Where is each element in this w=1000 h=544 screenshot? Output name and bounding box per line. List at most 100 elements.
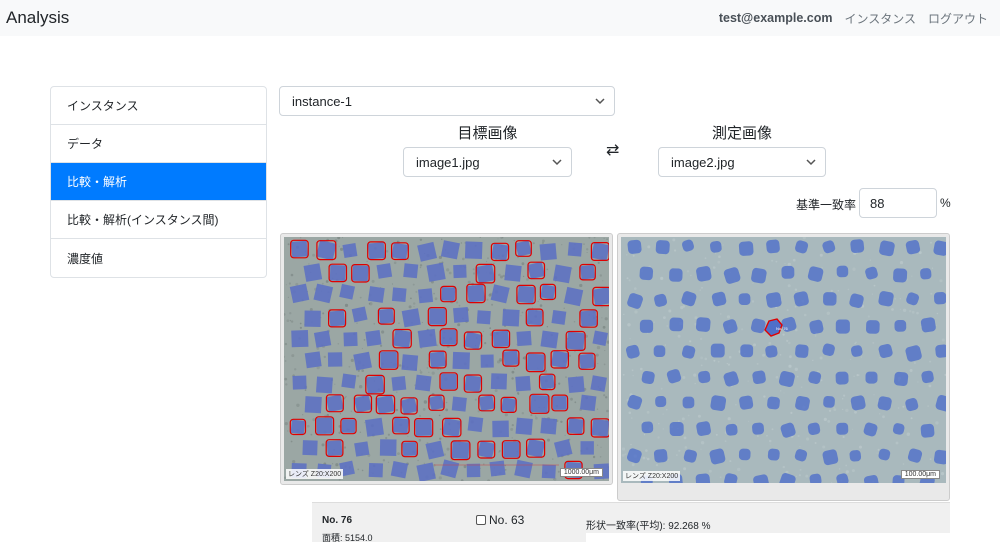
left-dot xyxy=(501,397,517,413)
texture-speck xyxy=(410,297,412,300)
texture-speck xyxy=(287,243,290,246)
texture-speck xyxy=(806,437,810,441)
texture-speck xyxy=(814,335,817,337)
texture-speck xyxy=(660,276,664,280)
texture-speck xyxy=(290,440,293,443)
region-checkbox[interactable]: No. 63 xyxy=(476,513,524,527)
texture-speck xyxy=(361,469,364,472)
texture-speck xyxy=(561,244,563,246)
texture-speck xyxy=(382,459,386,462)
texture-speck xyxy=(771,259,774,262)
left-dot xyxy=(368,242,386,260)
left-dot xyxy=(580,441,594,455)
texture-speck xyxy=(586,252,588,253)
texture-speck xyxy=(935,324,938,326)
texture-speck xyxy=(592,455,596,459)
texture-speck xyxy=(287,430,289,432)
texture-speck xyxy=(323,355,326,359)
texture-speck xyxy=(929,360,932,363)
texture-speck xyxy=(419,369,422,372)
target-image-select[interactable]: image1.jpg xyxy=(403,147,572,177)
texture-speck xyxy=(757,435,759,437)
texture-speck xyxy=(789,355,792,359)
texture-speck xyxy=(927,405,929,407)
texture-speck xyxy=(763,395,766,398)
texture-speck xyxy=(775,375,779,379)
texture-speck xyxy=(603,363,606,366)
left-dot xyxy=(591,418,609,437)
sidebar-item-compare-analysis[interactable]: 比較・解析 xyxy=(51,163,266,201)
left-dot xyxy=(304,310,321,327)
left-dot xyxy=(289,283,310,304)
texture-speck xyxy=(799,468,802,471)
left-dot xyxy=(390,461,409,479)
instance-select[interactable]: instance-1 xyxy=(279,86,615,116)
left-dot xyxy=(417,328,437,348)
texture-speck xyxy=(441,238,443,240)
left-dot xyxy=(451,396,467,412)
texture-speck xyxy=(335,463,339,467)
texture-speck xyxy=(344,396,346,399)
right-dot xyxy=(682,396,695,409)
app-brand[interactable]: Analysis xyxy=(6,8,69,28)
texture-speck xyxy=(823,417,827,421)
sidebar-item-data[interactable]: データ xyxy=(51,125,266,163)
sidebar-item-density[interactable]: 濃度値 xyxy=(51,239,266,277)
texture-speck xyxy=(539,304,543,307)
texture-speck xyxy=(837,290,839,292)
texture-speck xyxy=(936,312,939,315)
measure-image-select[interactable]: image2.jpg xyxy=(658,147,826,177)
right-dot xyxy=(740,344,754,358)
nav-link-instances[interactable]: インスタンス xyxy=(844,10,916,27)
texture-speck xyxy=(784,262,786,265)
target-image-panel: レンズ Z20:X200 1000.00μm xyxy=(280,233,613,485)
left-dot xyxy=(391,376,407,391)
texture-speck xyxy=(396,391,398,393)
texture-speck xyxy=(641,421,643,423)
left-dot xyxy=(429,308,446,325)
texture-speck xyxy=(674,249,677,252)
texture-speck xyxy=(415,290,418,293)
user-email[interactable]: test@example.com xyxy=(719,11,833,25)
left-dot xyxy=(341,419,356,433)
left-dot xyxy=(592,287,609,306)
sidebar-item-instances[interactable]: インスタンス xyxy=(51,87,266,125)
right-dot xyxy=(751,267,767,284)
texture-speck xyxy=(606,409,609,413)
match-threshold-input[interactable]: 88 xyxy=(859,188,937,218)
texture-speck xyxy=(939,279,943,283)
left-dot xyxy=(492,420,509,438)
texture-speck xyxy=(717,260,721,264)
nav-link-logout[interactable]: ログアウト xyxy=(928,10,988,27)
checkbox-icon[interactable] xyxy=(476,515,486,525)
swap-images-button[interactable]: ⇄ xyxy=(606,140,619,160)
texture-speck xyxy=(467,280,471,284)
texture-speck xyxy=(484,342,487,345)
texture-speck xyxy=(631,463,635,467)
texture-speck xyxy=(284,342,288,346)
right-dot xyxy=(850,239,865,254)
left-dot xyxy=(343,332,358,347)
sidebar-item-compare-between-instances[interactable]: 比較・解析(インスタンス間) xyxy=(51,201,266,239)
texture-speck xyxy=(601,306,603,308)
texture-speck xyxy=(682,376,686,379)
target-image-view[interactable]: レンズ Z20:X200 1000.00μm xyxy=(284,237,609,481)
texture-speck xyxy=(722,244,724,246)
right-dot xyxy=(866,320,880,334)
texture-speck xyxy=(307,424,310,428)
texture-speck xyxy=(929,458,932,460)
texture-speck xyxy=(799,446,801,448)
texture-speck xyxy=(684,446,688,449)
texture-speck xyxy=(599,274,602,277)
texture-speck xyxy=(783,392,785,394)
texture-speck xyxy=(833,406,835,409)
measure-image-view[interactable]: No. 76 レンズ Z20:X200 100.00μm xyxy=(621,237,946,483)
texture-speck xyxy=(498,451,500,453)
texture-speck xyxy=(380,344,383,347)
texture-speck xyxy=(700,441,705,445)
texture-speck xyxy=(602,280,604,282)
left-dot xyxy=(466,463,481,478)
texture-speck xyxy=(446,447,450,451)
texture-speck xyxy=(583,243,585,245)
texture-speck xyxy=(930,241,932,244)
